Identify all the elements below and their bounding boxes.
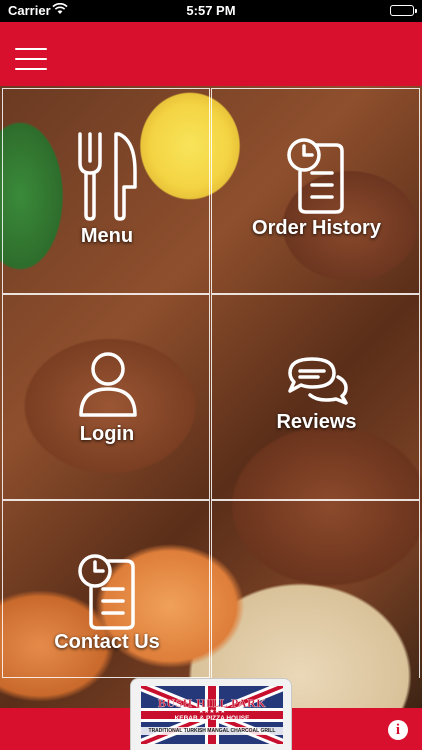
tile-login[interactable]: Login <box>2 294 210 500</box>
logo-badge: BUSH HILL PARK ★★★★★ KEBAB & PIZZA HOUSE… <box>141 686 283 744</box>
tile-reviews[interactable]: Reviews <box>211 294 420 500</box>
hamburger-icon[interactable] <box>15 48 47 70</box>
tile-contact-us-label: Contact Us <box>54 631 160 653</box>
tile-menu-label: Menu <box>80 225 134 247</box>
tile-empty <box>211 500 420 678</box>
logo-stars: ★★★★★ <box>198 709 226 715</box>
tile-reviews-label: Reviews <box>276 411 357 433</box>
restaurant-logo[interactable]: BUSH HILL PARK ★★★★★ KEBAB & PIZZA HOUSE… <box>130 678 292 750</box>
tile-menu[interactable]: Menu <box>2 88 210 294</box>
app-header <box>0 22 422 86</box>
chat-bubbles-icon <box>286 355 350 412</box>
tile-contact-us[interactable]: Contact Us <box>2 500 210 678</box>
tile-order-history-label: Order History <box>252 217 381 239</box>
clock-time: 5:57 PM <box>186 3 236 18</box>
contact-icon <box>77 553 139 636</box>
battery-icon <box>390 5 417 16</box>
tile-order-history[interactable]: Order History <box>211 88 420 294</box>
logo-tagline: TRADITIONAL TURKISH MANGAL CHARCOAL GRIL… <box>141 727 283 735</box>
fork-knife-icon <box>77 131 139 226</box>
status-bar: Carrier 5:57 PM <box>0 0 422 22</box>
user-icon <box>77 351 139 424</box>
tile-login-label: Login <box>79 423 135 445</box>
info-icon[interactable]: i <box>388 720 408 740</box>
order-history-icon <box>286 137 348 220</box>
logo-subtitle: KEBAB & PIZZA HOUSE <box>174 715 250 722</box>
